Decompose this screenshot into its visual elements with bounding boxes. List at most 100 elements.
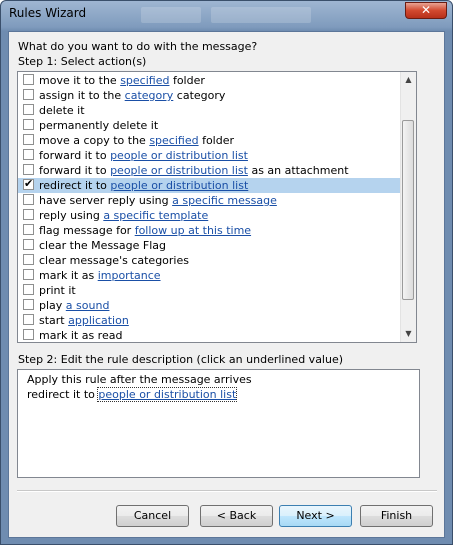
action-label-suffix: as an attachment — [247, 164, 349, 177]
action-row[interactable]: have server reply using a specific messa… — [18, 193, 401, 208]
action-checkbox[interactable] — [23, 74, 34, 85]
actions-listbox[interactable]: move it to the specified folder assign it… — [17, 71, 417, 343]
action-link[interactable]: people or distribution list — [110, 149, 248, 162]
close-button[interactable]: ✕ — [405, 2, 447, 19]
action-checkbox[interactable] — [23, 284, 34, 295]
action-link[interactable]: specified — [149, 134, 198, 147]
action-text: forward it to people or distribution lis… — [39, 163, 349, 178]
action-row[interactable]: clear the Message Flag — [18, 238, 401, 253]
scroll-down-icon[interactable]: ▼ — [401, 326, 416, 342]
action-checkbox[interactable] — [23, 194, 34, 205]
action-label: mark it as read — [39, 329, 123, 342]
action-checkbox[interactable] — [23, 329, 34, 340]
action-link[interactable]: a sound — [66, 299, 110, 312]
action-link[interactable]: follow up at this time — [135, 224, 251, 237]
vertical-scrollbar[interactable]: ▲ ▼ — [400, 72, 416, 342]
action-row[interactable]: print it — [18, 283, 401, 298]
action-label-suffix: category — [173, 89, 226, 102]
action-checkbox[interactable] — [23, 254, 34, 265]
action-text: assign it to the category category — [39, 88, 225, 103]
action-checkbox[interactable] — [23, 239, 34, 250]
action-label: start — [39, 314, 69, 327]
action-label: clear message's categories — [39, 254, 189, 267]
next-button[interactable]: Next > — [279, 505, 352, 527]
step2-label: Step 2: Edit the rule description (click… — [18, 353, 344, 366]
action-row[interactable]: assign it to the category category — [18, 88, 401, 103]
action-row[interactable]: mark it as importance — [18, 268, 401, 283]
action-link[interactable]: a specific message — [172, 194, 277, 207]
action-row[interactable]: start application — [18, 313, 401, 328]
description-line-2: redirect it to people or distribution li… — [27, 387, 410, 402]
action-link[interactable]: specified — [120, 74, 169, 87]
action-row[interactable]: permanently delete it — [18, 118, 401, 133]
action-checkbox[interactable] — [23, 177, 34, 190]
action-row[interactable]: forward it to people or distribution lis… — [18, 163, 401, 178]
action-text: clear message's categories — [39, 253, 189, 268]
action-checkbox[interactable] — [23, 104, 34, 115]
action-row[interactable]: forward it to people or distribution lis… — [18, 148, 401, 163]
cancel-button[interactable]: Cancel — [116, 505, 189, 527]
button-separator — [17, 490, 437, 492]
action-label: forward it to — [39, 149, 111, 162]
action-row[interactable]: reply using a specific template — [18, 208, 401, 223]
close-icon: ✕ — [420, 3, 432, 17]
action-checkbox[interactable] — [23, 119, 34, 130]
action-text: move a copy to the specified folder — [39, 133, 234, 148]
action-label: flag message for — [39, 224, 135, 237]
action-checkbox[interactable] — [23, 164, 34, 175]
action-link[interactable]: application — [68, 314, 129, 327]
action-label: print it — [39, 284, 76, 297]
action-label: redirect it to — [39, 179, 111, 192]
action-label: forward it to — [39, 164, 111, 177]
people-or-distribution-list-link[interactable]: people or distribution list — [97, 387, 238, 402]
action-label: delete it — [39, 104, 85, 117]
action-text: delete it — [39, 103, 85, 118]
action-checkbox[interactable] — [23, 269, 34, 280]
action-text: mark it as importance — [39, 268, 161, 283]
action-link[interactable]: category — [125, 89, 174, 102]
action-checkbox[interactable] — [23, 89, 34, 100]
action-label: move it to the — [39, 74, 121, 87]
description-text: redirect it to — [27, 388, 99, 401]
action-text: start application — [39, 313, 129, 328]
window-title: Rules Wizard — [9, 6, 87, 20]
action-checkbox[interactable] — [23, 209, 34, 220]
action-checkbox[interactable] — [23, 299, 34, 310]
action-text: reply using a specific template — [39, 208, 208, 223]
action-link[interactable]: importance — [98, 269, 161, 282]
action-label: move a copy to the — [39, 134, 150, 147]
action-label-suffix: folder — [169, 74, 205, 87]
action-row[interactable]: flag message for follow up at this time — [18, 223, 401, 238]
action-checkbox[interactable] — [23, 134, 34, 145]
action-label: clear the Message Flag — [39, 239, 166, 252]
action-row[interactable]: delete it — [18, 103, 401, 118]
action-link[interactable]: people or distribution list — [110, 164, 248, 177]
action-checkbox[interactable] — [23, 314, 34, 325]
action-link[interactable]: people or distribution list — [110, 179, 248, 192]
action-row[interactable]: mark it as read — [18, 328, 401, 342]
action-text: clear the Message Flag — [39, 238, 166, 253]
scroll-up-icon[interactable]: ▲ — [401, 72, 416, 88]
action-label: assign it to the — [39, 89, 125, 102]
back-button[interactable]: < Back — [200, 505, 273, 527]
prompt-text: What do you want to do with the message? — [18, 40, 258, 53]
background-ghost — [141, 7, 201, 23]
action-label: reply using — [39, 209, 104, 222]
action-text: flag message for follow up at this time — [39, 223, 251, 238]
action-row[interactable]: move it to the specified folder — [18, 73, 401, 88]
scroll-thumb[interactable] — [402, 120, 414, 300]
description-line-1: Apply this rule after the message arrive… — [27, 373, 252, 386]
action-text: move it to the specified folder — [39, 73, 205, 88]
action-checkbox[interactable] — [23, 224, 34, 235]
action-label-suffix: folder — [198, 134, 235, 147]
action-row[interactable]: redirect it to people or distribution li… — [18, 177, 401, 193]
action-checkbox[interactable] — [23, 149, 34, 160]
action-row[interactable]: clear message's categories — [18, 253, 401, 268]
action-text: print it — [39, 283, 76, 298]
action-row[interactable]: move a copy to the specified folder — [18, 133, 401, 148]
rule-description-box: Apply this rule after the message arrive… — [17, 369, 420, 478]
finish-button[interactable]: Finish — [360, 505, 433, 527]
title-bar[interactable]: Rules Wizard ✕ — [1, 1, 452, 31]
action-row[interactable]: play a sound — [18, 298, 401, 313]
action-link[interactable]: a specific template — [103, 209, 208, 222]
